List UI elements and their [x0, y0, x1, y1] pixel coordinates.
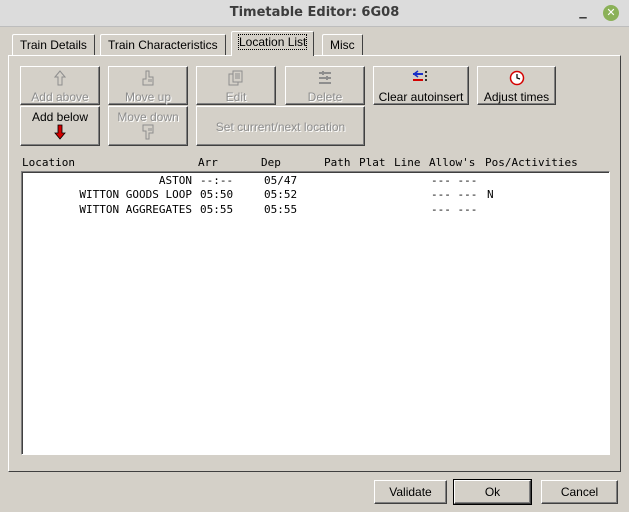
edit-label: Edit: [225, 90, 247, 104]
add-above-label: Add above: [31, 90, 89, 104]
hand-down-icon: [109, 124, 187, 142]
delete-button[interactable]: Delete: [285, 66, 365, 105]
tab-train-characteristics[interactable]: Train Characteristics: [100, 34, 226, 55]
arrow-up-icon: [21, 70, 99, 90]
cancel-button[interactable]: Cancel: [541, 480, 618, 504]
edit-button[interactable]: Edit: [196, 66, 276, 105]
cancel-label: Cancel: [560, 485, 599, 499]
title-bar: Timetable Editor: 6G08 _ ✕: [0, 0, 629, 27]
add-above-button[interactable]: Add above: [20, 66, 100, 105]
validate-button[interactable]: Validate: [374, 480, 447, 504]
delete-rows-icon: [286, 70, 364, 90]
tab-label: Train Details: [20, 38, 87, 52]
clock-icon: [478, 70, 555, 90]
move-down-label: Move down: [117, 110, 179, 124]
ok-label: Ok: [484, 485, 501, 499]
tab-label: Misc: [330, 38, 355, 52]
add-below-button[interactable]: Add below: [20, 106, 100, 146]
move-up-button[interactable]: Move up: [108, 66, 188, 105]
tab-misc[interactable]: Misc: [322, 34, 363, 55]
window-title: Timetable Editor: 6G08: [229, 5, 400, 20]
move-down-button[interactable]: Move down: [108, 106, 188, 146]
tab-label: Train Characteristics: [108, 38, 218, 52]
minimize-icon[interactable]: _: [575, 3, 591, 21]
close-icon[interactable]: ✕: [603, 5, 619, 21]
tab-location-list[interactable]: Location List: [231, 31, 315, 56]
tab-label: Location List: [237, 34, 308, 50]
hand-up-icon: [109, 70, 187, 90]
delete-label: Delete: [307, 90, 343, 104]
arrow-down-red-icon: [21, 124, 99, 142]
adjust-times-label: Adjust times: [483, 90, 550, 104]
ok-button[interactable]: Ok: [453, 479, 532, 505]
clear-autoinsert-button[interactable]: Clear autoinsert: [373, 66, 469, 105]
set-current-next-location-label: Set current/next location: [215, 120, 346, 134]
set-current-next-location-button[interactable]: Set current/next location: [196, 106, 365, 146]
move-up-label: Move up: [124, 90, 172, 104]
adjust-times-button[interactable]: Adjust times: [477, 66, 556, 105]
clear-autoinsert-icon: [374, 70, 468, 90]
add-below-label: Add below: [31, 110, 89, 124]
clear-autoinsert-label: Clear autoinsert: [378, 90, 464, 104]
tab-train-details[interactable]: Train Details: [12, 34, 95, 55]
edit-pages-icon: [197, 70, 275, 90]
validate-label: Validate: [389, 485, 432, 499]
